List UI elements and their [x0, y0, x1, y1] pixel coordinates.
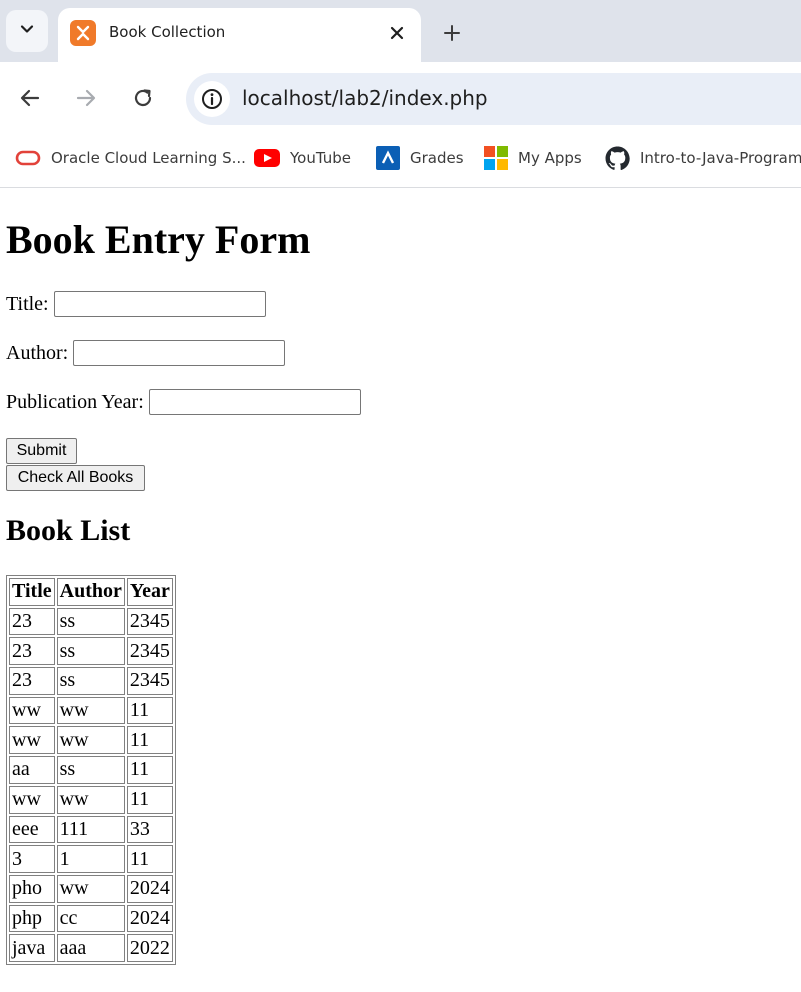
column-header-title: Title — [9, 578, 55, 606]
tab-title: Book Collection — [109, 23, 226, 41]
cell-title: aa — [9, 756, 55, 784]
bookmark-grades[interactable]: Grades — [376, 143, 464, 173]
cell-year: 33 — [126, 815, 173, 844]
table-row: 3 1 11 — [9, 845, 173, 873]
table-row: aa ss 11 — [9, 756, 173, 784]
year-row: Publication Year: — [6, 389, 361, 415]
table-row: java aaa 2022 — [9, 934, 173, 962]
bookmark-github[interactable]: Intro-to-Java-Programm — [605, 143, 801, 173]
table-row: ww ww 11 — [9, 696, 173, 725]
table-row: ww ww 11 — [9, 785, 173, 814]
bookmark-label: My Apps — [518, 149, 582, 167]
cell-author: ss — [56, 667, 125, 695]
cell-year: 11 — [126, 696, 173, 725]
github-icon — [605, 146, 630, 171]
table-row: pho ww 2024 — [9, 874, 173, 903]
close-icon[interactable] — [385, 21, 409, 45]
cell-title: 23 — [9, 667, 55, 695]
cell-author: ww — [56, 874, 125, 903]
info-icon[interactable] — [194, 81, 230, 117]
author-label: Author: — [6, 342, 69, 364]
bookmark-label: Grades — [410, 149, 464, 167]
cell-year: 11 — [126, 845, 173, 873]
reload-icon[interactable] — [127, 82, 159, 114]
author-row: Author: — [6, 340, 286, 366]
plus-icon[interactable] — [436, 17, 468, 49]
address-bar[interactable]: localhost/lab2/index.php — [186, 73, 801, 125]
page-title: Book Entry Form — [6, 217, 311, 262]
cell-title: 3 — [9, 845, 55, 873]
bookmarks-bar: Oracle Cloud Learning S... YouTube Grade… — [0, 134, 801, 188]
table-row: php cc 2024 — [9, 904, 173, 933]
cell-year: 11 — [126, 785, 173, 814]
cell-author: ss — [56, 607, 125, 636]
cell-author: aaa — [56, 934, 125, 962]
bookmark-oracle[interactable]: Oracle Cloud Learning S... — [15, 143, 246, 173]
cell-author: 1 — [56, 845, 125, 873]
cell-author: ww — [56, 726, 125, 755]
table-row: 23 ss 2345 — [9, 667, 173, 695]
cell-title: pho — [9, 874, 55, 903]
cell-title: java — [9, 934, 55, 962]
cell-year: 2022 — [126, 934, 173, 962]
author-input[interactable] — [73, 340, 286, 366]
chevron-down-icon — [19, 21, 35, 41]
cell-year: 2024 — [126, 904, 173, 933]
cell-year: 11 — [126, 726, 173, 755]
cell-title: 23 — [9, 607, 55, 636]
youtube-icon — [254, 149, 280, 167]
year-label: Publication Year: — [6, 391, 144, 413]
table-row: 23 ss 2345 — [9, 607, 173, 636]
oracle-icon — [15, 150, 41, 166]
cell-title: ww — [9, 785, 55, 814]
bookmark-youtube[interactable]: YouTube — [254, 143, 351, 173]
back-arrow-icon[interactable] — [14, 82, 46, 114]
url-text: localhost/lab2/index.php — [242, 86, 488, 110]
browser-tab[interactable]: Book Collection — [58, 8, 421, 62]
table-row: eee 111 33 — [9, 815, 173, 844]
bookmark-label: Intro-to-Java-Programm — [640, 149, 801, 167]
column-header-year: Year — [126, 578, 173, 606]
title-row: Title: — [6, 291, 266, 317]
cell-title: ww — [9, 726, 55, 755]
bookmark-my-apps[interactable]: My Apps — [484, 143, 582, 173]
book-list-heading: Book List — [6, 514, 131, 547]
table-row: 23 ss 2345 — [9, 637, 173, 666]
cell-author: ww — [56, 785, 125, 814]
cell-author: 111 — [56, 815, 125, 844]
cell-year: 2345 — [126, 607, 173, 636]
cell-author: ss — [56, 637, 125, 666]
cell-year: 2345 — [126, 637, 173, 666]
year-input[interactable] — [148, 389, 361, 415]
check-all-books-button[interactable]: Check All Books — [6, 465, 145, 491]
title-label: Title: — [6, 293, 49, 315]
cell-title: 23 — [9, 637, 55, 666]
tab-search-button[interactable] — [6, 10, 48, 52]
cell-author: cc — [56, 904, 125, 933]
submit-button[interactable]: Submit — [6, 438, 77, 464]
xampp-icon — [70, 20, 96, 46]
cell-author: ss — [56, 756, 125, 784]
title-input[interactable] — [53, 291, 266, 317]
cell-title: eee — [9, 815, 55, 844]
grades-icon — [376, 146, 400, 170]
column-header-author: Author — [56, 578, 125, 606]
cell-year: 2345 — [126, 667, 173, 695]
cell-title: php — [9, 904, 55, 933]
bookmark-label: Oracle Cloud Learning S... — [51, 149, 246, 167]
browser-toolbar: localhost/lab2/index.php — [0, 62, 801, 134]
book-table: Title Author Year 23 ss 2345 23 ss 2345 23 ss… — [6, 575, 176, 965]
cell-title: ww — [9, 696, 55, 725]
bookmark-label: YouTube — [290, 149, 351, 167]
cell-year: 11 — [126, 756, 173, 784]
cell-year: 2024 — [126, 874, 173, 903]
table-row: ww ww 11 — [9, 726, 173, 755]
microsoft-apps-icon — [484, 146, 508, 170]
cell-author: ww — [56, 696, 125, 725]
forward-arrow-icon[interactable] — [70, 82, 102, 114]
table-header-row: Title Author Year — [9, 578, 173, 606]
tab-strip: Book Collection — [0, 0, 801, 62]
page-content: Book Entry Form Title: Author: Publicati… — [0, 189, 801, 992]
